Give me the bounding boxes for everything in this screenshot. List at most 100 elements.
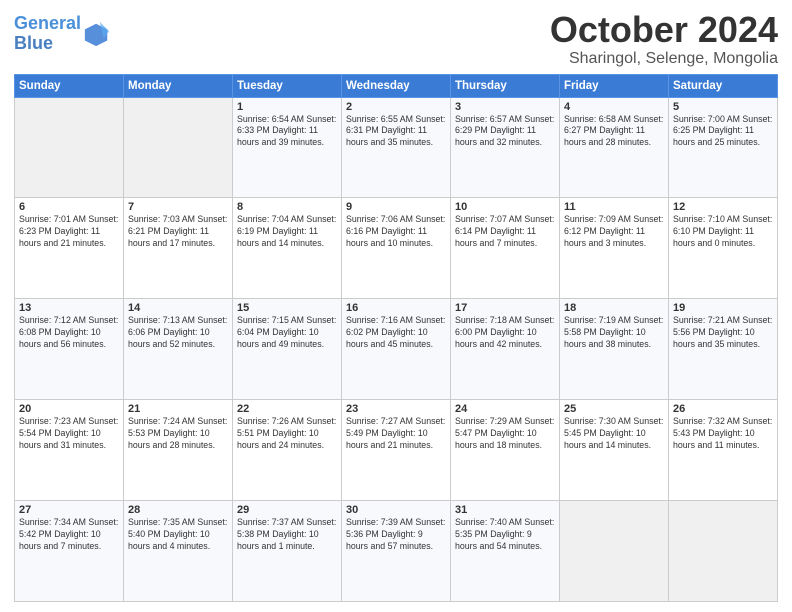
day-info: Sunrise: 7:40 AM Sunset: 5:35 PM Dayligh… (455, 517, 555, 553)
calendar-cell: 14Sunrise: 7:13 AM Sunset: 6:06 PM Dayli… (124, 299, 233, 400)
month-title: October 2024 (550, 10, 778, 50)
calendar-cell: 26Sunrise: 7:32 AM Sunset: 5:43 PM Dayli… (669, 400, 778, 501)
day-info: Sunrise: 7:37 AM Sunset: 5:38 PM Dayligh… (237, 517, 337, 553)
weekday-header: Sunday (15, 74, 124, 97)
calendar-week-row: 1Sunrise: 6:54 AM Sunset: 6:33 PM Daylig… (15, 97, 778, 198)
day-info: Sunrise: 6:55 AM Sunset: 6:31 PM Dayligh… (346, 114, 446, 150)
day-number: 8 (237, 201, 337, 213)
calendar-cell: 18Sunrise: 7:19 AM Sunset: 5:58 PM Dayli… (560, 299, 669, 400)
calendar-cell: 17Sunrise: 7:18 AM Sunset: 6:00 PM Dayli… (451, 299, 560, 400)
day-info: Sunrise: 7:18 AM Sunset: 6:00 PM Dayligh… (455, 315, 555, 351)
location-title: Sharingol, Selenge, Mongolia (550, 50, 778, 68)
calendar-cell: 21Sunrise: 7:24 AM Sunset: 5:53 PM Dayli… (124, 400, 233, 501)
day-info: Sunrise: 7:13 AM Sunset: 6:06 PM Dayligh… (128, 315, 228, 351)
day-info: Sunrise: 7:23 AM Sunset: 5:54 PM Dayligh… (19, 416, 119, 452)
calendar-cell: 24Sunrise: 7:29 AM Sunset: 5:47 PM Dayli… (451, 400, 560, 501)
calendar-cell: 11Sunrise: 7:09 AM Sunset: 6:12 PM Dayli… (560, 198, 669, 299)
day-number: 24 (455, 403, 555, 415)
day-number: 2 (346, 101, 446, 113)
day-info: Sunrise: 7:21 AM Sunset: 5:56 PM Dayligh… (673, 315, 773, 351)
day-info: Sunrise: 7:04 AM Sunset: 6:19 PM Dayligh… (237, 214, 337, 250)
weekday-header: Friday (560, 74, 669, 97)
day-info: Sunrise: 7:29 AM Sunset: 5:47 PM Dayligh… (455, 416, 555, 452)
day-number: 12 (673, 201, 773, 213)
day-info: Sunrise: 6:57 AM Sunset: 6:29 PM Dayligh… (455, 114, 555, 150)
calendar-cell: 10Sunrise: 7:07 AM Sunset: 6:14 PM Dayli… (451, 198, 560, 299)
weekday-header: Saturday (669, 74, 778, 97)
day-info: Sunrise: 7:27 AM Sunset: 5:49 PM Dayligh… (346, 416, 446, 452)
calendar-cell: 29Sunrise: 7:37 AM Sunset: 5:38 PM Dayli… (233, 501, 342, 602)
day-number: 1 (237, 101, 337, 113)
day-number: 21 (128, 403, 228, 415)
day-number: 27 (19, 504, 119, 516)
calendar-cell: 12Sunrise: 7:10 AM Sunset: 6:10 PM Dayli… (669, 198, 778, 299)
calendar-week-row: 6Sunrise: 7:01 AM Sunset: 6:23 PM Daylig… (15, 198, 778, 299)
day-info: Sunrise: 7:16 AM Sunset: 6:02 PM Dayligh… (346, 315, 446, 351)
day-info: Sunrise: 7:15 AM Sunset: 6:04 PM Dayligh… (237, 315, 337, 351)
calendar-cell: 25Sunrise: 7:30 AM Sunset: 5:45 PM Dayli… (560, 400, 669, 501)
calendar-cell: 3Sunrise: 6:57 AM Sunset: 6:29 PM Daylig… (451, 97, 560, 198)
calendar-cell: 22Sunrise: 7:26 AM Sunset: 5:51 PM Dayli… (233, 400, 342, 501)
day-info: Sunrise: 7:03 AM Sunset: 6:21 PM Dayligh… (128, 214, 228, 250)
day-info: Sunrise: 7:00 AM Sunset: 6:25 PM Dayligh… (673, 114, 773, 150)
day-info: Sunrise: 7:32 AM Sunset: 5:43 PM Dayligh… (673, 416, 773, 452)
day-number: 11 (564, 201, 664, 213)
calendar-cell: 9Sunrise: 7:06 AM Sunset: 6:16 PM Daylig… (342, 198, 451, 299)
calendar-week-row: 20Sunrise: 7:23 AM Sunset: 5:54 PM Dayli… (15, 400, 778, 501)
day-number: 13 (19, 302, 119, 314)
day-number: 22 (237, 403, 337, 415)
day-info: Sunrise: 7:30 AM Sunset: 5:45 PM Dayligh… (564, 416, 664, 452)
day-number: 18 (564, 302, 664, 314)
day-number: 5 (673, 101, 773, 113)
day-number: 17 (455, 302, 555, 314)
day-info: Sunrise: 6:54 AM Sunset: 6:33 PM Dayligh… (237, 114, 337, 150)
logo-icon (83, 20, 111, 48)
calendar-header-row: SundayMondayTuesdayWednesdayThursdayFrid… (15, 74, 778, 97)
day-info: Sunrise: 7:12 AM Sunset: 6:08 PM Dayligh… (19, 315, 119, 351)
day-number: 4 (564, 101, 664, 113)
calendar-cell: 4Sunrise: 6:58 AM Sunset: 6:27 PM Daylig… (560, 97, 669, 198)
calendar-cell (560, 501, 669, 602)
day-info: Sunrise: 7:19 AM Sunset: 5:58 PM Dayligh… (564, 315, 664, 351)
calendar-cell: 7Sunrise: 7:03 AM Sunset: 6:21 PM Daylig… (124, 198, 233, 299)
calendar-cell: 19Sunrise: 7:21 AM Sunset: 5:56 PM Dayli… (669, 299, 778, 400)
weekday-header: Thursday (451, 74, 560, 97)
day-number: 23 (346, 403, 446, 415)
day-number: 16 (346, 302, 446, 314)
day-number: 19 (673, 302, 773, 314)
calendar-cell: 2Sunrise: 6:55 AM Sunset: 6:31 PM Daylig… (342, 97, 451, 198)
logo-text: General Blue (14, 14, 81, 54)
day-number: 10 (455, 201, 555, 213)
day-number: 29 (237, 504, 337, 516)
calendar-cell: 30Sunrise: 7:39 AM Sunset: 5:36 PM Dayli… (342, 501, 451, 602)
calendar-cell: 6Sunrise: 7:01 AM Sunset: 6:23 PM Daylig… (15, 198, 124, 299)
day-number: 14 (128, 302, 228, 314)
calendar-table: SundayMondayTuesdayWednesdayThursdayFrid… (14, 74, 778, 602)
day-info: Sunrise: 7:09 AM Sunset: 6:12 PM Dayligh… (564, 214, 664, 250)
day-number: 6 (19, 201, 119, 213)
calendar-cell: 8Sunrise: 7:04 AM Sunset: 6:19 PM Daylig… (233, 198, 342, 299)
calendar-cell (669, 501, 778, 602)
calendar-week-row: 13Sunrise: 7:12 AM Sunset: 6:08 PM Dayli… (15, 299, 778, 400)
calendar-body: 1Sunrise: 6:54 AM Sunset: 6:33 PM Daylig… (15, 97, 778, 601)
title-block: October 2024 Sharingol, Selenge, Mongoli… (550, 10, 778, 68)
day-info: Sunrise: 7:26 AM Sunset: 5:51 PM Dayligh… (237, 416, 337, 452)
day-info: Sunrise: 7:34 AM Sunset: 5:42 PM Dayligh… (19, 517, 119, 553)
day-number: 26 (673, 403, 773, 415)
day-info: Sunrise: 7:07 AM Sunset: 6:14 PM Dayligh… (455, 214, 555, 250)
weekday-header: Tuesday (233, 74, 342, 97)
day-info: Sunrise: 7:01 AM Sunset: 6:23 PM Dayligh… (19, 214, 119, 250)
day-info: Sunrise: 6:58 AM Sunset: 6:27 PM Dayligh… (564, 114, 664, 150)
day-info: Sunrise: 7:06 AM Sunset: 6:16 PM Dayligh… (346, 214, 446, 250)
day-info: Sunrise: 7:24 AM Sunset: 5:53 PM Dayligh… (128, 416, 228, 452)
calendar-cell: 1Sunrise: 6:54 AM Sunset: 6:33 PM Daylig… (233, 97, 342, 198)
day-number: 15 (237, 302, 337, 314)
calendar-cell (15, 97, 124, 198)
day-number: 25 (564, 403, 664, 415)
weekday-header: Wednesday (342, 74, 451, 97)
calendar-cell: 16Sunrise: 7:16 AM Sunset: 6:02 PM Dayli… (342, 299, 451, 400)
day-number: 9 (346, 201, 446, 213)
calendar-cell: 20Sunrise: 7:23 AM Sunset: 5:54 PM Dayli… (15, 400, 124, 501)
day-info: Sunrise: 7:10 AM Sunset: 6:10 PM Dayligh… (673, 214, 773, 250)
day-number: 30 (346, 504, 446, 516)
